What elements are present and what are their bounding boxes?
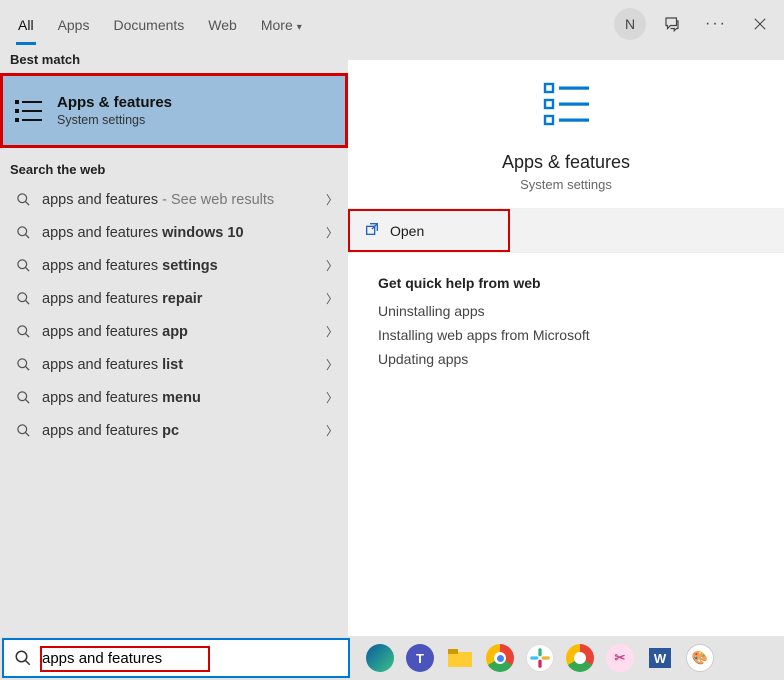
search-box[interactable] — [2, 638, 350, 678]
web-result-label: apps and features settings — [42, 258, 326, 274]
taskbar-teams-icon[interactable]: T — [402, 640, 438, 676]
feedback-icon[interactable] — [654, 6, 690, 42]
chevron-right-icon: 〉 — [326, 356, 338, 373]
tab-more[interactable]: More▾ — [251, 3, 312, 45]
svg-text:W: W — [654, 651, 667, 666]
help-link[interactable]: Installing web apps from Microsoft — [378, 327, 754, 343]
taskbar-chrome-icon[interactable] — [482, 640, 518, 676]
web-result-label: apps and features windows 10 — [42, 225, 326, 241]
search-input[interactable] — [42, 640, 348, 676]
open-button[interactable]: Open — [348, 209, 510, 252]
section-search-web: Search the web — [0, 158, 348, 183]
web-result[interactable]: apps and features list 〉 — [0, 348, 348, 381]
web-result[interactable]: apps and features windows 10 〉 — [0, 216, 348, 249]
search-icon — [14, 324, 32, 339]
tab-apps[interactable]: Apps — [48, 3, 100, 45]
web-result[interactable]: apps and features menu 〉 — [0, 381, 348, 414]
list-settings-icon — [15, 98, 45, 124]
web-result-label: apps and features pc — [42, 423, 326, 439]
taskbar-share-icon[interactable]: ✂ — [602, 640, 638, 676]
tab-all[interactable]: All — [8, 3, 44, 45]
section-best-match: Best match — [0, 48, 348, 73]
help-link[interactable]: Updating apps — [378, 351, 754, 367]
taskbar-paint-icon[interactable]: 🎨 — [682, 640, 718, 676]
web-result-label: apps and features menu — [42, 390, 326, 406]
chevron-right-icon: 〉 — [326, 257, 338, 274]
results-column: Best match Apps & features System settin… — [0, 48, 348, 636]
tab-web[interactable]: Web — [198, 3, 247, 45]
taskbar-word-icon[interactable]: W — [642, 640, 678, 676]
web-result-label: apps and features list — [42, 357, 326, 373]
user-avatar[interactable]: N — [614, 8, 646, 40]
more-options-icon[interactable]: ··· — [698, 6, 734, 42]
preview-actions: Open — [348, 208, 784, 253]
web-result[interactable]: apps and features app 〉 — [0, 315, 348, 348]
tab-documents[interactable]: Documents — [103, 3, 194, 45]
open-icon — [364, 221, 380, 240]
list-settings-icon-large — [539, 80, 593, 130]
quick-help-header: Get quick help from web — [378, 275, 754, 291]
chevron-down-icon: ▾ — [297, 22, 302, 33]
search-icon — [4, 649, 42, 667]
preview-subtitle: System settings — [520, 177, 612, 192]
search-icon — [14, 357, 32, 372]
chevron-right-icon: 〉 — [326, 323, 338, 340]
help-link[interactable]: Uninstalling apps — [378, 303, 754, 319]
chevron-right-icon: 〉 — [326, 191, 338, 208]
search-icon — [14, 423, 32, 438]
web-result-label: apps and features repair — [42, 291, 326, 307]
chevron-right-icon: 〉 — [326, 422, 338, 439]
best-match-subtitle: System settings — [57, 113, 172, 127]
web-result[interactable]: apps and features repair 〉 — [0, 282, 348, 315]
open-label: Open — [390, 223, 424, 239]
taskbar-edge-icon[interactable] — [362, 640, 398, 676]
best-match-title: Apps & features — [57, 94, 172, 111]
search-icon — [14, 225, 32, 240]
chevron-right-icon: 〉 — [326, 389, 338, 406]
filter-tabs: All Apps Documents Web More▾ — [8, 0, 312, 48]
search-icon — [14, 291, 32, 306]
web-result[interactable]: apps and features - See web results 〉 — [0, 183, 348, 216]
close-icon[interactable] — [742, 6, 778, 42]
bottom-bar: T ✂ W 🎨 — [0, 636, 784, 680]
taskbar-slack-icon[interactable] — [522, 640, 558, 676]
chevron-right-icon: 〉 — [326, 224, 338, 241]
search-icon — [14, 192, 32, 207]
web-result-label: apps and features app — [42, 324, 326, 340]
best-match-result[interactable]: Apps & features System settings — [0, 73, 348, 148]
top-bar: All Apps Documents Web More▾ N ··· — [0, 0, 784, 48]
search-icon — [14, 258, 32, 273]
web-result[interactable]: apps and features pc 〉 — [0, 414, 348, 447]
taskbar-chrome2-icon[interactable] — [562, 640, 598, 676]
taskbar-explorer-icon[interactable] — [442, 640, 478, 676]
chevron-right-icon: 〉 — [326, 290, 338, 307]
search-icon — [14, 390, 32, 405]
taskbar: T ✂ W 🎨 — [350, 636, 718, 680]
web-results-list: apps and features - See web results 〉 ap… — [0, 183, 348, 447]
web-result-label: apps and features - See web results — [42, 192, 326, 208]
preview-title: Apps & features — [502, 152, 630, 173]
web-result[interactable]: apps and features settings 〉 — [0, 249, 348, 282]
preview-pane: Apps & features System settings Open Get… — [348, 60, 784, 636]
